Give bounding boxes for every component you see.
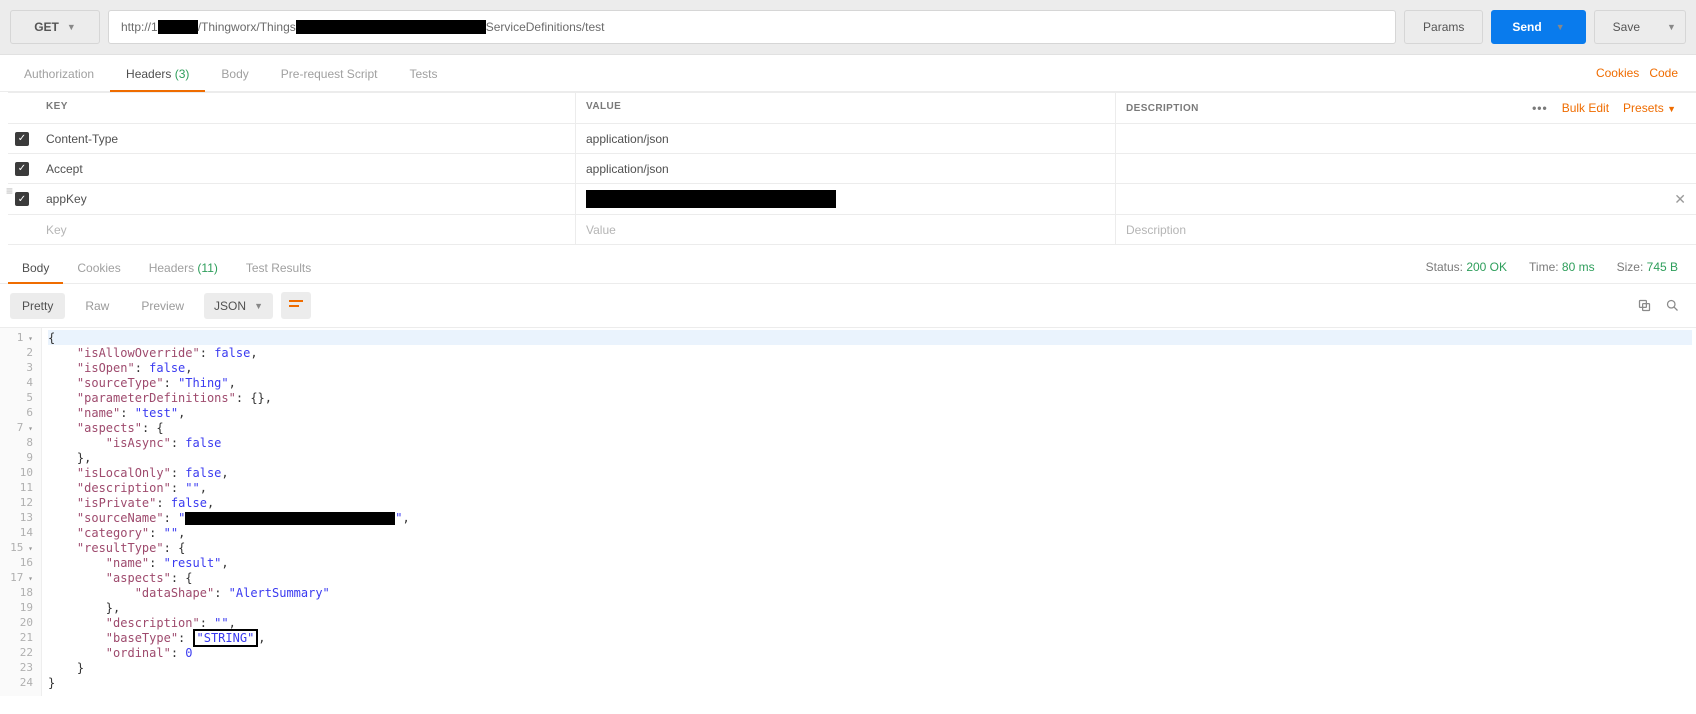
format-select[interactable]: JSON ▼: [204, 293, 273, 319]
header-key-cell[interactable]: appKey: [36, 184, 576, 214]
presets-dropdown[interactable]: Presets ▼: [1623, 101, 1676, 115]
save-group: Save ▼: [1594, 10, 1686, 44]
cookies-link[interactable]: Cookies: [1596, 66, 1639, 80]
headers-tools: ••• Bulk Edit Presets ▼: [1532, 101, 1686, 115]
header-desc-input[interactable]: Description: [1116, 215, 1696, 244]
pretty-button[interactable]: Pretty: [10, 293, 65, 319]
chevron-down-icon: ▼: [67, 22, 76, 32]
row-checkbox[interactable]: ✓: [15, 162, 29, 176]
more-options-button[interactable]: •••: [1532, 101, 1548, 115]
response-tabs: Body Cookies Headers (11) Test Results S…: [0, 251, 1696, 284]
headers-table-head: KEY VALUE DESCRIPTION ••• Bulk Edit Pres…: [8, 92, 1696, 124]
header-desc-cell[interactable]: [1116, 124, 1696, 153]
http-method-label: GET: [34, 20, 59, 34]
header-value-input[interactable]: Value: [576, 215, 1116, 244]
header-row: ≡ ✓ appKey ✕: [8, 184, 1696, 215]
drag-handle-icon[interactable]: ≡: [6, 184, 13, 198]
tab-prerequest[interactable]: Pre-request Script: [265, 55, 394, 91]
body-toolbar-right: [1636, 298, 1686, 314]
request-bar: GET ▼ http://1/Thingworx/Things ServiceDe…: [0, 0, 1696, 55]
tab-headers-response-count: (11): [197, 261, 217, 275]
url-input[interactable]: http://1/Thingworx/Things ServiceDefiniti…: [108, 10, 1396, 44]
header-desc-cell[interactable]: [1116, 154, 1696, 183]
row-checkbox[interactable]: ✓: [15, 192, 29, 206]
header-key-cell[interactable]: Accept: [36, 154, 576, 183]
bulk-edit-link[interactable]: Bulk Edit: [1562, 101, 1609, 115]
presets-label: Presets: [1623, 101, 1664, 115]
tab-tests[interactable]: Tests: [393, 55, 453, 91]
tab-headers-response-label: Headers: [149, 261, 194, 275]
tab-body-response[interactable]: Body: [8, 251, 63, 283]
raw-button[interactable]: Raw: [73, 293, 121, 319]
status-label: Status:: [1426, 260, 1463, 274]
time-label: Time:: [1529, 260, 1559, 274]
size-value: 745 B: [1647, 260, 1678, 274]
tab-headers-count: (3): [175, 67, 190, 81]
delete-row-button[interactable]: ✕: [1674, 191, 1686, 208]
params-button[interactable]: Params: [1404, 10, 1483, 44]
copy-icon[interactable]: [1636, 298, 1652, 314]
header-value-cell[interactable]: application/json: [576, 124, 1116, 153]
url-redaction-2: [296, 20, 486, 34]
tab-headers-response[interactable]: Headers (11): [135, 251, 232, 283]
chevron-down-icon: ▼: [1667, 22, 1676, 32]
code-content[interactable]: { "isAllowOverride": false, "isOpen": fa…: [42, 328, 1696, 696]
send-button[interactable]: Send ▼: [1491, 10, 1585, 44]
send-label: Send: [1512, 20, 1541, 34]
header-value-cell[interactable]: application/json: [576, 154, 1116, 183]
tab-body-request[interactable]: Body: [205, 55, 264, 91]
body-toolbar: Pretty Raw Preview JSON ▼: [0, 284, 1696, 327]
http-method-select[interactable]: GET ▼: [10, 10, 100, 44]
url-part3: ServiceDefinitions/test: [486, 20, 605, 34]
format-label: JSON: [214, 299, 246, 313]
chevron-down-icon: ▼: [254, 301, 263, 311]
header-row: ✓ Accept application/json: [8, 154, 1696, 184]
url-part2: /Thingworx/Things: [198, 20, 296, 34]
url-redaction-1: [158, 20, 198, 34]
code-link[interactable]: Code: [1649, 66, 1678, 80]
headers-table: KEY VALUE DESCRIPTION ••• Bulk Edit Pres…: [0, 92, 1696, 245]
col-desc-label: DESCRIPTION: [1126, 103, 1199, 114]
line-gutter: 123456789101112131415161718192021222324: [0, 328, 42, 696]
request-tabs: Authorization Headers (3) Body Pre-reque…: [0, 55, 1696, 92]
col-key-header: KEY: [36, 93, 576, 123]
header-row: ✓ Content-Type application/json: [8, 124, 1696, 154]
header-desc-cell[interactable]: ✕: [1116, 184, 1696, 214]
tab-headers-label: Headers: [126, 67, 171, 81]
save-dropdown-button[interactable]: ▼: [1658, 10, 1686, 44]
preview-button[interactable]: Preview: [129, 293, 196, 319]
search-icon[interactable]: [1664, 298, 1680, 314]
header-key-input[interactable]: Key: [36, 215, 576, 244]
status-value: 200 OK: [1466, 260, 1507, 274]
col-desc-header: DESCRIPTION ••• Bulk Edit Presets ▼: [1116, 93, 1696, 123]
size-label: Size:: [1617, 260, 1644, 274]
header-key-cell[interactable]: Content-Type: [36, 124, 576, 153]
wrap-icon: [289, 298, 303, 310]
time-value: 80 ms: [1562, 260, 1595, 274]
tab-cookies-response[interactable]: Cookies: [63, 251, 134, 283]
header-value-cell[interactable]: [576, 184, 1116, 214]
row-checkbox[interactable]: ✓: [15, 132, 29, 146]
save-button[interactable]: Save: [1594, 10, 1658, 44]
response-body-code: 123456789101112131415161718192021222324 …: [0, 327, 1696, 696]
wrap-lines-button[interactable]: [281, 292, 311, 319]
header-row-placeholder: Key Value Description: [8, 215, 1696, 245]
response-meta: Status: 200 OK Time: 80 ms Size: 745 B: [1426, 260, 1688, 274]
col-value-header: VALUE: [576, 93, 1116, 123]
chevron-down-icon: ▼: [1556, 22, 1565, 32]
tab-test-results[interactable]: Test Results: [232, 251, 325, 283]
tab-authorization[interactable]: Authorization: [8, 55, 110, 91]
url-part1: http://1: [121, 20, 158, 34]
header-value-redaction: [586, 190, 836, 208]
request-tabs-right: Cookies Code: [1596, 66, 1688, 80]
tab-headers[interactable]: Headers (3): [110, 55, 205, 91]
chevron-down-icon: ▼: [1667, 104, 1676, 114]
